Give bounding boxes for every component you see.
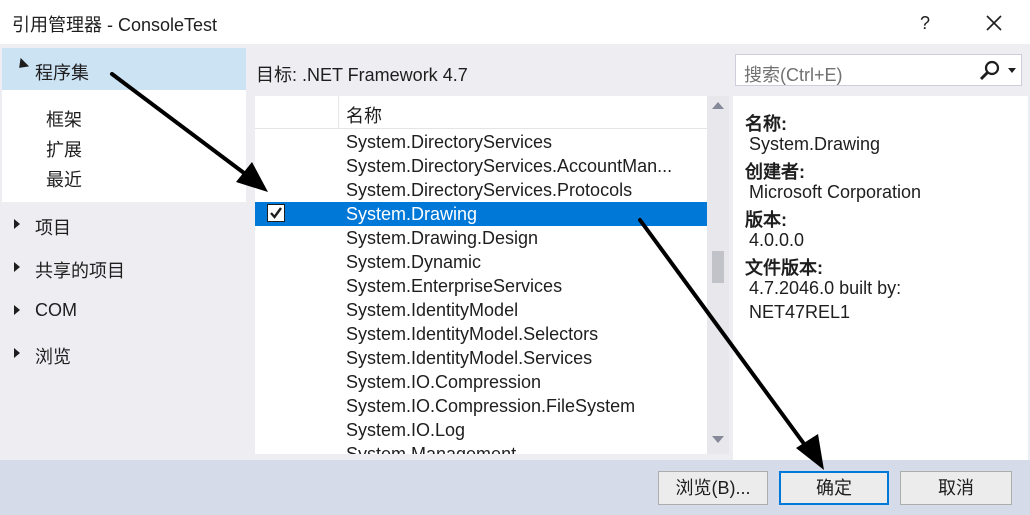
list-item[interactable]: System.IdentityModel.Services bbox=[255, 346, 707, 370]
browse-button[interactable]: 浏览(B)... bbox=[658, 471, 768, 505]
list-item[interactable]: System.DirectoryServices.AccountMan... bbox=[255, 154, 707, 178]
header-check-column[interactable] bbox=[255, 96, 339, 128]
dialog-footer: 浏览(B)... 确定 取消 bbox=[0, 460, 1030, 515]
scrollbar-thumb[interactable] bbox=[712, 251, 724, 283]
search-icon[interactable] bbox=[978, 59, 1002, 83]
list-item[interactable]: System.IO.Compression.FileSystem bbox=[255, 394, 707, 418]
list-item[interactable]: System.DirectoryServices.Protocols bbox=[255, 178, 707, 202]
assembly-list: 名称 System.DirectoryServices System.Direct… bbox=[255, 96, 707, 454]
list-item[interactable]: System.Drawing.Design bbox=[255, 226, 707, 250]
detail-file-version-value-1: 4.7.2046.0 built by: bbox=[749, 278, 902, 298]
detail-file-version-value-2: NET47REL1 bbox=[749, 302, 851, 322]
title-bar: 引用管理器 - ConsoleTest ? bbox=[0, 0, 1030, 44]
collapsed-triangle-icon bbox=[14, 305, 20, 315]
list-item-label: System.IdentityModel.Selectors bbox=[346, 324, 599, 344]
list-item-label: System.IO.Compression.FileSystem bbox=[346, 396, 636, 416]
list-item[interactable]: System.Drawing bbox=[255, 202, 707, 226]
list-item-label: System.IO.Compression bbox=[346, 372, 542, 392]
ok-button[interactable]: 确定 bbox=[779, 471, 889, 505]
close-icon bbox=[986, 15, 1002, 31]
target-framework-label: 目标: .NET Framework 4.7 bbox=[256, 65, 468, 85]
nav-item-com[interactable]: COM bbox=[2, 294, 246, 328]
nav-item-com-label: COM bbox=[35, 300, 77, 320]
list-item-label: System.DirectoryServices.Protocols bbox=[346, 180, 633, 200]
collapsed-triangle-icon bbox=[14, 348, 20, 358]
search-placeholder: 搜索(Ctrl+E) bbox=[744, 65, 843, 85]
list-item[interactable]: System.DirectoryServices bbox=[255, 130, 707, 154]
list-item[interactable]: System.IO.Compression bbox=[255, 370, 707, 394]
nav-item-browse-label: 浏览 bbox=[35, 347, 71, 367]
nav-item-assemblies[interactable]: 程序集 bbox=[2, 48, 246, 90]
list-item[interactable]: System.Management bbox=[255, 442, 707, 454]
chevron-down-icon[interactable] bbox=[1008, 68, 1016, 73]
collapsed-triangle-icon bbox=[14, 219, 20, 229]
close-button[interactable] bbox=[970, 6, 1018, 40]
list-item-label: System.EnterpriseServices bbox=[346, 276, 563, 296]
detail-version-label: 版本: bbox=[745, 210, 787, 230]
list-item-label: System.IdentityModel bbox=[346, 300, 519, 320]
list-item-label: System.DirectoryServices.AccountMan... bbox=[346, 156, 673, 176]
list-item[interactable]: System.IdentityModel bbox=[255, 298, 707, 322]
list-item-label: System.Drawing bbox=[346, 204, 478, 224]
list-item-label: System.IO.Log bbox=[346, 420, 466, 440]
nav-subitem-extensions[interactable]: 扩展 bbox=[46, 136, 82, 162]
details-panel: 名称: System.Drawing 创建者: Microsoft Corpor… bbox=[733, 96, 1028, 460]
window-title: 引用管理器 - ConsoleTest bbox=[12, 15, 218, 35]
list-item-label: System.Management bbox=[346, 444, 517, 454]
scroll-down-icon[interactable] bbox=[712, 436, 724, 443]
expanded-triangle-icon bbox=[14, 57, 30, 73]
nav-item-projects-label: 项目 bbox=[35, 218, 71, 238]
header-name[interactable]: 名称 bbox=[346, 102, 382, 128]
detail-name-label: 名称: bbox=[745, 114, 787, 134]
list-header: 名称 bbox=[255, 96, 707, 129]
collapsed-triangle-icon bbox=[14, 262, 20, 272]
search-input[interactable]: 搜索(Ctrl+E) bbox=[735, 54, 1022, 86]
scroll-up-icon[interactable] bbox=[712, 102, 724, 109]
help-button[interactable]: ? bbox=[906, 8, 944, 38]
list-scrollbar[interactable] bbox=[707, 96, 729, 454]
list-item[interactable]: System.IdentityModel.Selectors bbox=[255, 322, 707, 346]
nav-item-browse[interactable]: 浏览 bbox=[2, 337, 246, 371]
nav-subitem-framework[interactable]: 框架 bbox=[46, 106, 82, 132]
detail-name-value: System.Drawing bbox=[749, 134, 881, 154]
list-item-label: System.IdentityModel.Services bbox=[346, 348, 593, 368]
detail-creator-label: 创建者: bbox=[745, 162, 805, 182]
checkbox-checked-icon[interactable] bbox=[267, 204, 285, 222]
nav-assemblies-subgroup: 框架 扩展 最近 bbox=[2, 90, 246, 202]
list-item[interactable]: System.IO.Log bbox=[255, 418, 707, 442]
nav-item-shared-projects[interactable]: 共享的项目 bbox=[2, 251, 246, 285]
nav-item-assemblies-label: 程序集 bbox=[35, 63, 89, 83]
list-item[interactable]: System.EnterpriseServices bbox=[255, 274, 707, 298]
list-item-label: System.Drawing.Design bbox=[346, 228, 539, 248]
list-item[interactable]: System.Dynamic bbox=[255, 250, 707, 274]
list-item-label: System.Dynamic bbox=[346, 252, 482, 272]
detail-file-version-label: 文件版本: bbox=[745, 258, 823, 278]
nav-item-shared-projects-label: 共享的项目 bbox=[35, 261, 125, 281]
cancel-button[interactable]: 取消 bbox=[900, 471, 1012, 505]
list-item-label: System.DirectoryServices bbox=[346, 132, 553, 152]
detail-creator-value: Microsoft Corporation bbox=[749, 182, 922, 202]
detail-version-value: 4.0.0.0 bbox=[749, 230, 805, 250]
nav-subitem-recent[interactable]: 最近 bbox=[46, 166, 82, 192]
nav-item-projects[interactable]: 项目 bbox=[2, 208, 246, 242]
